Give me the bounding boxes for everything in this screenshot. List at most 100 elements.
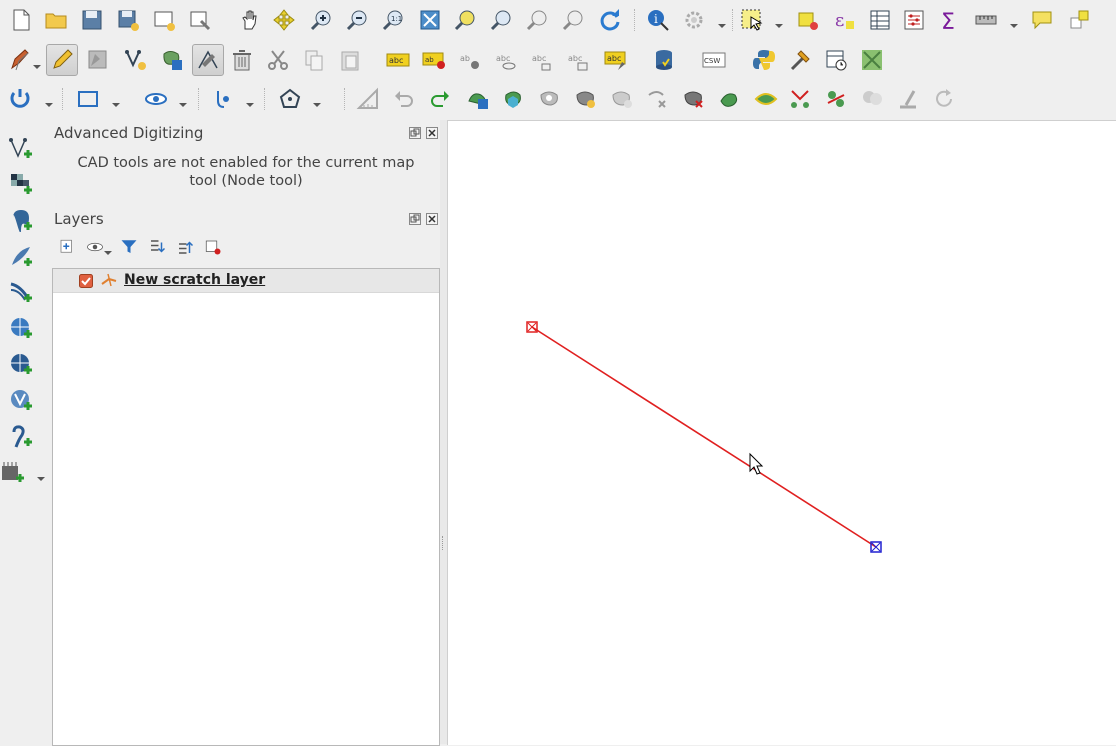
- toggle-editing-icon[interactable]: [50, 48, 74, 72]
- reverse-line-icon[interactable]: [896, 87, 920, 111]
- chevron-down-icon[interactable]: [36, 469, 46, 481]
- zoom-out-icon[interactable]: [346, 8, 370, 32]
- delete-ring-icon[interactable]: [610, 87, 634, 111]
- chevron-down-icon[interactable]: [717, 16, 727, 28]
- current-edits-icon[interactable]: [8, 48, 32, 72]
- panel-splitter[interactable]: [440, 120, 447, 744]
- close-panel-icon[interactable]: [426, 213, 438, 225]
- chevron-down-icon[interactable]: [312, 95, 322, 107]
- layer-name[interactable]: New scratch layer: [124, 272, 265, 288]
- cut-features-icon[interactable]: [266, 48, 290, 72]
- show-label-icon[interactable]: ab: [458, 48, 482, 72]
- reshape-icon[interactable]: [646, 87, 670, 111]
- chevron-down-icon[interactable]: [32, 57, 42, 69]
- splitter-handle[interactable]: [442, 536, 445, 550]
- pan-icon[interactable]: [238, 8, 262, 32]
- layout-manager-icon[interactable]: [188, 8, 212, 32]
- layer-row[interactable]: New scratch layer: [53, 269, 439, 293]
- identify-icon[interactable]: i: [646, 8, 670, 32]
- map-canvas[interactable]: [447, 120, 1116, 745]
- map-canvas-svg[interactable]: [448, 121, 1116, 745]
- change-label-icon[interactable]: abc: [566, 48, 590, 72]
- add-group-icon[interactable]: [58, 238, 76, 256]
- add-raster-icon[interactable]: [9, 172, 33, 196]
- zoom-native-icon[interactable]: 1:1: [382, 8, 406, 32]
- redo-icon[interactable]: [428, 87, 452, 111]
- csw-icon[interactable]: CSW: [702, 48, 726, 72]
- text-annotation-icon[interactable]: [1068, 8, 1092, 32]
- georeferencer-icon[interactable]: [860, 48, 884, 72]
- start-vertex-marker[interactable]: [526, 321, 538, 333]
- python-console-icon[interactable]: [752, 48, 776, 72]
- chevron-down-icon[interactable]: [111, 95, 121, 107]
- zoom-next-icon[interactable]: [562, 8, 586, 32]
- zoom-full-icon[interactable]: [418, 8, 442, 32]
- collapse-all-icon[interactable]: [176, 238, 194, 256]
- new-project-icon[interactable]: [9, 8, 33, 32]
- move-label-icon[interactable]: abc: [494, 48, 518, 72]
- delete-selected-icon[interactable]: [230, 48, 254, 72]
- chevron-down-icon[interactable]: [103, 243, 113, 255]
- end-vertex-marker[interactable]: [870, 541, 882, 553]
- open-project-icon[interactable]: [44, 8, 68, 32]
- node-tool-icon[interactable]: [196, 48, 220, 72]
- select-features-icon[interactable]: [740, 8, 764, 32]
- pan-to-selection-icon[interactable]: [272, 8, 296, 32]
- float-panel-icon[interactable]: [409, 213, 421, 225]
- visibility-icon[interactable]: [144, 87, 168, 111]
- measure-icon[interactable]: [974, 8, 998, 32]
- offset-curve-icon[interactable]: [682, 87, 706, 111]
- shape-regular-icon[interactable]: [278, 87, 302, 111]
- chevron-down-icon[interactable]: [178, 95, 188, 107]
- fill-ring-icon[interactable]: [538, 87, 562, 111]
- add-ring-icon[interactable]: [160, 48, 184, 72]
- split-features-icon[interactable]: [718, 87, 742, 111]
- field-calculator-icon[interactable]: Σ: [938, 8, 962, 32]
- manage-visibility-icon[interactable]: [86, 238, 104, 256]
- map-tips-icon[interactable]: [1030, 8, 1054, 32]
- temporal-icon[interactable]: [824, 48, 848, 72]
- add-wfs-icon[interactable]: [9, 352, 33, 376]
- filter-legend-icon[interactable]: [120, 238, 138, 256]
- copy-features-icon[interactable]: [302, 48, 326, 72]
- processing-icon[interactable]: [788, 48, 812, 72]
- layer-visibility-checkbox[interactable]: [79, 273, 93, 288]
- add-virtual-icon[interactable]: [1, 460, 25, 484]
- deselect-icon[interactable]: [796, 8, 820, 32]
- save-project-icon[interactable]: [80, 8, 104, 32]
- chevron-down-icon[interactable]: [245, 95, 255, 107]
- chevron-down-icon[interactable]: [44, 95, 54, 107]
- snapping-icon[interactable]: [8, 87, 32, 111]
- new-print-layout-icon[interactable]: [152, 8, 176, 32]
- save-edits-icon[interactable]: [86, 48, 110, 72]
- rotate-label-icon[interactable]: abc: [530, 48, 554, 72]
- save-as-icon[interactable]: [116, 8, 140, 32]
- zoom-to-layer-icon[interactable]: [490, 8, 514, 32]
- simplify-icon[interactable]: [466, 87, 490, 111]
- add-delimited-icon[interactable]: [9, 424, 33, 448]
- zoom-last-icon[interactable]: [526, 8, 550, 32]
- rotate-point-icon[interactable]: [860, 87, 884, 111]
- undo-icon[interactable]: [392, 87, 416, 111]
- add-feature-icon[interactable]: [124, 48, 148, 72]
- chevron-down-icon[interactable]: [774, 16, 784, 28]
- merge-features-icon[interactable]: [788, 87, 812, 111]
- rotate-icon[interactable]: [932, 87, 956, 111]
- refresh-icon[interactable]: [598, 8, 622, 32]
- expand-all-icon[interactable]: [148, 238, 166, 256]
- add-wcs-icon[interactable]: [9, 388, 33, 412]
- add-wms-icon[interactable]: [9, 316, 33, 340]
- delete-part-icon[interactable]: [574, 87, 598, 111]
- close-panel-icon[interactable]: [426, 127, 438, 139]
- db-manager-icon[interactable]: [652, 48, 676, 72]
- label-properties-icon[interactable]: abc: [604, 48, 628, 72]
- add-vector-icon[interactable]: [9, 136, 33, 160]
- add-part-icon[interactable]: [502, 87, 526, 111]
- action-icon[interactable]: [682, 8, 706, 32]
- layers-tree[interactable]: New scratch layer: [52, 268, 440, 746]
- shape-digitizing-icon[interactable]: [76, 87, 100, 111]
- cad-icon[interactable]: [356, 87, 380, 111]
- split-parts-icon[interactable]: [754, 87, 778, 111]
- zoom-to-selection-icon[interactable]: [454, 8, 478, 32]
- merge-attributes-icon[interactable]: [824, 87, 848, 111]
